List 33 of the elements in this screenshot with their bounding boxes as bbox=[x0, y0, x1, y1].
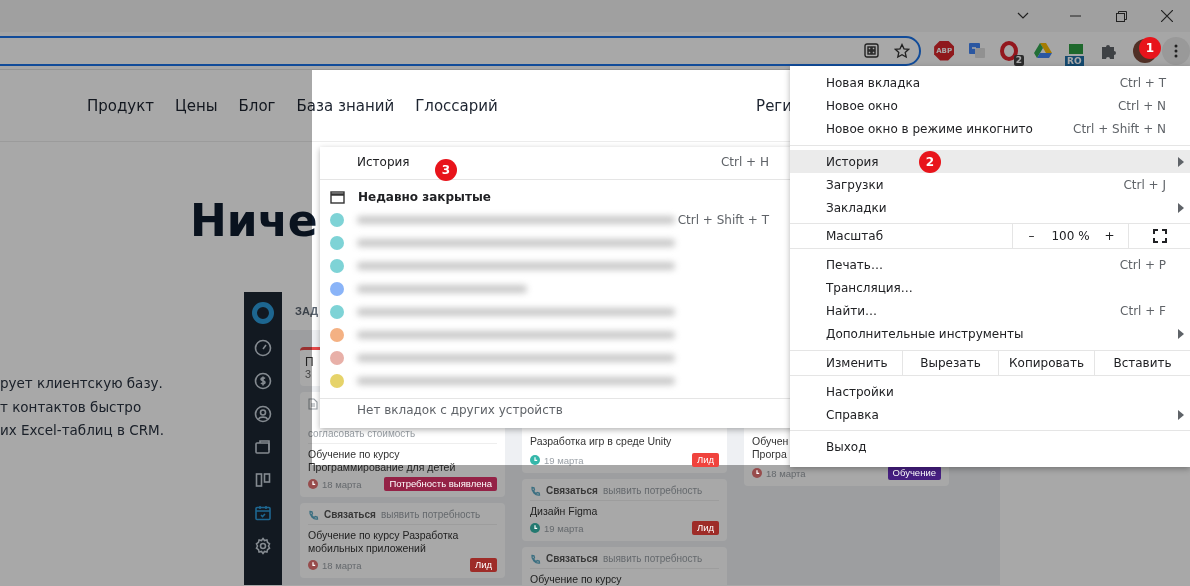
card-date: 19 марта bbox=[544, 522, 584, 534]
card-subtitle: З bbox=[305, 369, 312, 381]
status-tag: Лид bbox=[691, 453, 719, 467]
page-heading: Ниче bbox=[190, 195, 318, 247]
shortcut-label: Ctrl + Shift + T bbox=[677, 213, 769, 227]
card-title: Обучен bbox=[752, 435, 789, 448]
card-title: Обучение по курсу bbox=[308, 448, 400, 461]
task-action: выявить потребность bbox=[602, 553, 703, 565]
task-action: выявить потребность bbox=[602, 485, 703, 497]
card-date: 19 марта bbox=[544, 454, 584, 466]
paragraph-line: их Excel-таблиц в CRM. bbox=[0, 421, 165, 440]
section-title: Недавно закрытые bbox=[358, 190, 491, 204]
paragraph-line: т контактов быстро bbox=[0, 397, 142, 417]
card-date: 18 марта bbox=[322, 559, 362, 571]
zoom-label: Масштаб bbox=[826, 229, 885, 243]
status-tag: Лид bbox=[469, 558, 497, 572]
card-title: Дизайн Figma bbox=[530, 505, 598, 518]
status-tag: Лид bbox=[691, 521, 719, 535]
zoom-value: 100 % bbox=[1050, 228, 1091, 245]
task-type: Связаться bbox=[546, 553, 598, 565]
status-tag: Потребность выявлена bbox=[384, 477, 497, 491]
card-title: Програ bbox=[752, 448, 787, 461]
card-title: Обучение по курсу Разработка bbox=[308, 529, 459, 542]
card-title: Разработка игр в среде Unity bbox=[530, 435, 672, 448]
card-date: 18 марта bbox=[766, 467, 806, 479]
card-date: 18 марта bbox=[322, 478, 362, 490]
task-type: Связаться bbox=[546, 485, 598, 497]
card-title: Обучение по курсу bbox=[530, 573, 622, 585]
edit-label: Изменить bbox=[825, 355, 889, 370]
task-action: выявить потребность bbox=[380, 509, 481, 521]
card-title: мобильных приложений bbox=[308, 542, 426, 555]
task-type: Связаться bbox=[324, 509, 376, 521]
paragraph-line: рует клиентскую базу. bbox=[0, 374, 163, 393]
